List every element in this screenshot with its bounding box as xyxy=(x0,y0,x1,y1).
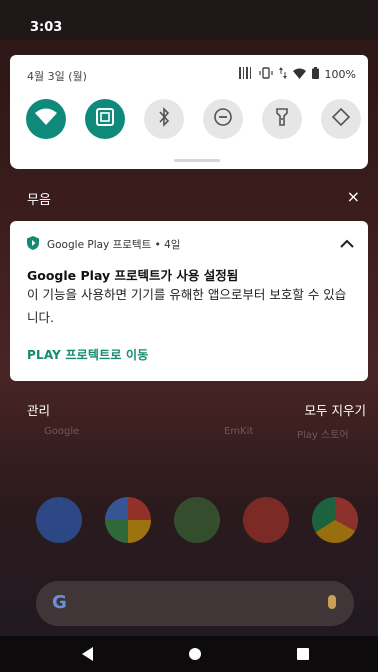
google-search-bar[interactable]: G xyxy=(36,581,354,626)
contacts-icon[interactable] xyxy=(36,497,82,543)
qs-tiles xyxy=(26,99,361,139)
flashlight-icon xyxy=(275,107,289,131)
back-icon[interactable] xyxy=(82,647,93,661)
mic-icon[interactable] xyxy=(328,595,336,609)
qs-date: 4월 3일 (월) xyxy=(27,70,87,83)
qs-status-icons: 100% xyxy=(238,67,356,82)
notification-header: Google Play 프로텍트 • 4일 xyxy=(27,236,180,253)
close-icon[interactable]: × xyxy=(347,187,360,206)
play-protect-action-button[interactable]: PLAY 프로텍트로 이동 xyxy=(27,346,149,363)
vibrate-icon xyxy=(258,67,273,82)
silent-label: 무음 xyxy=(27,193,51,208)
photos-icon[interactable] xyxy=(105,497,151,543)
bg-label-play-store: Play 스토어 xyxy=(297,430,349,441)
wifi-tile[interactable] xyxy=(26,99,66,139)
do-not-disturb-icon xyxy=(213,107,233,131)
auto-rotate-icon xyxy=(331,107,351,131)
screenshot-tile[interactable] xyxy=(85,99,125,139)
barcode-icon xyxy=(238,67,253,82)
auto-rotate-tile[interactable] xyxy=(321,99,361,139)
notification-app-line: Google Play 프로텍트 • 4일 xyxy=(47,239,181,251)
status-time: 3:03 xyxy=(30,20,63,35)
chrome-icon[interactable] xyxy=(312,497,358,543)
clear-all-button[interactable]: 모두 지우기 xyxy=(305,400,366,419)
bluetooth-icon xyxy=(157,107,171,131)
status-bar: 3:03 xyxy=(0,0,378,40)
home-icon[interactable] xyxy=(189,648,201,660)
notification-card[interactable]: Google Play 프로텍트 • 4일 Google Play 프로텍트가 … xyxy=(10,221,368,381)
qs-drag-handle[interactable] xyxy=(174,159,220,162)
notification-title: Google Play 프로텍트가 사용 설정됨 xyxy=(27,268,239,283)
navigation-bar xyxy=(0,636,378,672)
quick-settings-panel: 4월 3일 (월) 100% xyxy=(10,55,368,169)
calendar-icon[interactable] xyxy=(174,497,220,543)
google-g-icon: G xyxy=(52,592,67,613)
shield-icon xyxy=(27,236,39,253)
screenshot-icon xyxy=(95,107,115,131)
battery-percent: 100% xyxy=(324,68,356,81)
notification-body: 이 기능을 사용하면 기기를 유해한 앱으로부터 보호할 수 있습니다. xyxy=(27,287,347,325)
dnd-tile[interactable] xyxy=(203,99,243,139)
chevron-up-icon[interactable] xyxy=(340,233,354,252)
manage-button[interactable]: 관리 xyxy=(27,400,50,419)
bg-label-google: Google xyxy=(44,426,80,437)
dock xyxy=(36,497,358,543)
wifi-icon xyxy=(35,108,57,130)
notification-footer: 관리 모두 지우기 xyxy=(0,398,378,420)
bluetooth-tile[interactable] xyxy=(144,99,184,139)
data-arrows-icon xyxy=(278,67,287,82)
bg-label-emkit: EmKit xyxy=(224,426,254,437)
wifi-status-icon xyxy=(292,68,306,82)
battery-icon xyxy=(311,67,319,82)
recents-icon[interactable] xyxy=(297,648,309,660)
gmail-icon[interactable] xyxy=(243,497,289,543)
flashlight-tile[interactable] xyxy=(262,99,302,139)
silent-section-header: 무음 × xyxy=(0,180,378,215)
